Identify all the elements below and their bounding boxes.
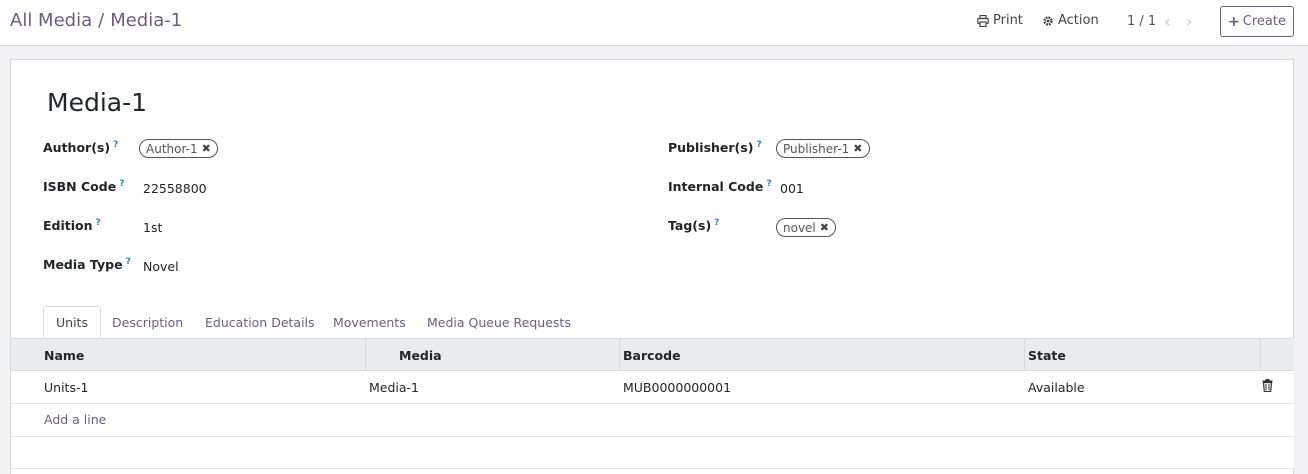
help-icon[interactable]: ?	[766, 179, 771, 189]
chevron-right-icon[interactable]: ›	[1186, 12, 1192, 31]
help-icon[interactable]: ?	[96, 218, 101, 228]
author-tag[interactable]: Author-1 ✖	[139, 139, 218, 158]
notebook-tabs: Units Description Education Details Move…	[11, 305, 1295, 339]
print-label: Print	[993, 13, 1023, 28]
record-title[interactable]: Media-1	[47, 88, 147, 117]
add-a-line-link[interactable]: Add a line	[44, 412, 106, 427]
isbn-value[interactable]: 22558800	[143, 181, 207, 196]
table-row[interactable]: Units-1 Media-1 MUB0000000001 Available	[11, 371, 1294, 404]
help-icon[interactable]: ?	[126, 257, 131, 267]
edition-value[interactable]: 1st	[143, 220, 162, 235]
breadcrumb: All Media / Media-1	[10, 10, 182, 31]
breadcrumb-parent-link[interactable]: All Media	[10, 10, 92, 31]
cell-barcode[interactable]: MUB0000000001	[623, 371, 731, 403]
print-button[interactable]: Print	[977, 13, 1023, 28]
action-label: Action	[1058, 13, 1099, 28]
column-header-state[interactable]: State	[1025, 339, 1261, 371]
tab-units[interactable]: Units	[43, 306, 101, 339]
tab-description[interactable]: Description	[112, 306, 183, 339]
help-icon[interactable]: ?	[113, 140, 118, 150]
add-line-row: Add a line	[11, 404, 1294, 437]
tab-movements[interactable]: Movements	[333, 306, 406, 339]
help-icon[interactable]: ?	[756, 140, 761, 150]
create-label: Create	[1242, 14, 1286, 29]
tag-chip[interactable]: novel ✖	[776, 218, 836, 237]
empty-table-row	[11, 437, 1294, 469]
authors-label: Author(s)?	[43, 140, 119, 156]
table-header: Name Media Barcode State	[11, 338, 1294, 371]
tab-education-details[interactable]: Education Details	[205, 306, 315, 339]
isbn-label: ISBN Code?	[43, 179, 125, 195]
create-button[interactable]: + Create	[1220, 6, 1294, 37]
publishers-label: Publisher(s)?	[668, 140, 762, 156]
column-header-name[interactable]: Name	[11, 339, 366, 371]
form-sheet: Media-1 Author(s)? Author-1 ✖ ISBN Code? …	[10, 59, 1294, 474]
cell-media[interactable]: Media-1	[369, 371, 419, 403]
media-type-label: Media Type?	[43, 257, 131, 273]
remove-tag-icon[interactable]: ✖	[820, 221, 829, 234]
remove-tag-icon[interactable]: ✖	[853, 142, 862, 155]
column-header-barcode[interactable]: Barcode	[620, 339, 1025, 371]
breadcrumb-separator: /	[98, 10, 105, 31]
cell-state[interactable]: Available	[1028, 371, 1085, 403]
internal-code-value[interactable]: 001	[780, 181, 804, 196]
printer-icon	[977, 14, 989, 27]
plus-icon: +	[1228, 13, 1240, 30]
column-header-media[interactable]: Media	[366, 339, 620, 371]
breadcrumb-current: Media-1	[110, 10, 183, 31]
help-icon[interactable]: ?	[714, 218, 719, 228]
pager-value[interactable]: 1 / 1	[1127, 14, 1156, 29]
tags-label: Tag(s)?	[668, 218, 720, 234]
remove-tag-icon[interactable]: ✖	[202, 142, 211, 155]
help-icon[interactable]: ?	[119, 179, 124, 189]
tab-media-queue-requests[interactable]: Media Queue Requests	[427, 306, 571, 339]
chevron-left-icon[interactable]: ‹	[1164, 12, 1170, 31]
action-button[interactable]: Action	[1042, 13, 1099, 28]
cell-name[interactable]: Units-1	[44, 371, 88, 403]
gear-icon	[1042, 15, 1054, 27]
media-type-value[interactable]: Novel	[143, 259, 179, 274]
trash-icon[interactable]	[1262, 379, 1273, 396]
edition-label: Edition?	[43, 218, 101, 234]
publisher-tag[interactable]: Publisher-1 ✖	[776, 139, 870, 158]
control-panel: All Media / Media-1 Print Action 1 / 1 ‹ ›…	[0, 0, 1308, 46]
internal-code-label: Internal Code?	[668, 179, 772, 195]
